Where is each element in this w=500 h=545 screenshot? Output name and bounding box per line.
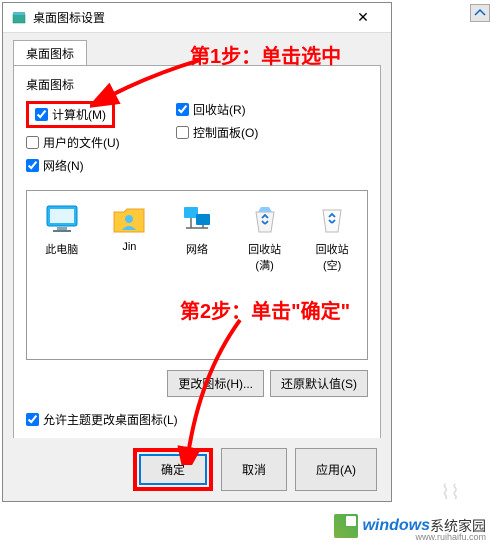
icon-label-recycle-full: 回收站(满): [240, 241, 290, 273]
icon-label-jin: Jin: [105, 241, 155, 253]
tabs: 桌面图标: [13, 39, 381, 65]
tab-desktop-icons[interactable]: 桌面图标: [13, 40, 87, 66]
desktop-icon-settings-dialog: 桌面图标设置 ✕ 桌面图标 桌面图标 计算机(M) 用户的文件(U): [2, 2, 392, 502]
restore-default-button[interactable]: 还原默认值(S): [270, 370, 368, 397]
watermark: windows 系统家园 www.ruihaifu.com: [330, 512, 490, 540]
highlight-computer: 计算机(M): [26, 101, 115, 128]
checkbox-control[interactable]: [176, 126, 189, 139]
section-label: 桌面图标: [26, 76, 368, 93]
icon-item-thispc[interactable]: 此电脑: [37, 201, 87, 257]
window-icon: [11, 10, 27, 26]
label-network: 网络(N): [43, 157, 84, 174]
close-button[interactable]: ✕: [343, 4, 383, 32]
icon-label-network: 网络: [172, 241, 222, 257]
network-icon: [179, 201, 215, 237]
user-folder-icon: [111, 201, 147, 237]
label-theme: 允许主题更改桌面图标(L): [43, 411, 178, 428]
label-control: 控制面板(O): [193, 124, 258, 141]
label-user-files: 用户的文件(U): [43, 134, 120, 151]
apply-button[interactable]: 应用(A): [295, 448, 377, 491]
scroll-indicator: [470, 4, 490, 22]
checkbox-grid: 计算机(M) 用户的文件(U) 网络(N) 回收站(R): [26, 101, 368, 180]
icon-item-network[interactable]: 网络: [172, 201, 222, 257]
label-computer: 计算机(M): [52, 106, 106, 123]
watermark-url: www.ruihaifu.com: [415, 532, 486, 542]
checkbox-theme[interactable]: [26, 413, 39, 426]
icon-label-recycle-empty: 回收站(空): [307, 241, 357, 273]
cancel-button[interactable]: 取消: [221, 448, 287, 491]
checkbox-user-files[interactable]: [26, 136, 39, 149]
icon-item-recycle-full[interactable]: 回收站(满): [240, 201, 290, 273]
recycle-empty-icon: [314, 201, 350, 237]
swirl-decoration: ⌇⌇: [440, 480, 460, 505]
tab-content: 桌面图标 计算机(M) 用户的文件(U) 网络(N): [13, 65, 381, 475]
watermark-logo-icon: [334, 514, 358, 538]
icons-preview: 此电脑 Jin 网络 回收站(满): [26, 190, 368, 360]
window-title: 桌面图标设置: [33, 9, 343, 26]
title-bar: 桌面图标设置 ✕: [3, 3, 391, 33]
checkbox-recycle[interactable]: [176, 103, 189, 116]
change-icon-button[interactable]: 更改图标(H)...: [167, 370, 264, 397]
monitor-icon: [44, 201, 80, 237]
dialog-buttons: 确定 取消 应用(A): [3, 438, 391, 501]
ok-button[interactable]: 确定: [139, 454, 207, 485]
icon-buttons-row: 更改图标(H)... 还原默认值(S): [26, 370, 368, 397]
icon-item-jin[interactable]: Jin: [105, 201, 155, 253]
highlight-ok: 确定: [133, 448, 213, 491]
icon-item-recycle-empty[interactable]: 回收站(空): [307, 201, 357, 273]
checkbox-computer[interactable]: [35, 108, 48, 121]
icon-label-thispc: 此电脑: [37, 241, 87, 257]
recycle-full-icon: [247, 201, 283, 237]
label-recycle: 回收站(R): [193, 101, 246, 118]
checkbox-network[interactable]: [26, 159, 39, 172]
